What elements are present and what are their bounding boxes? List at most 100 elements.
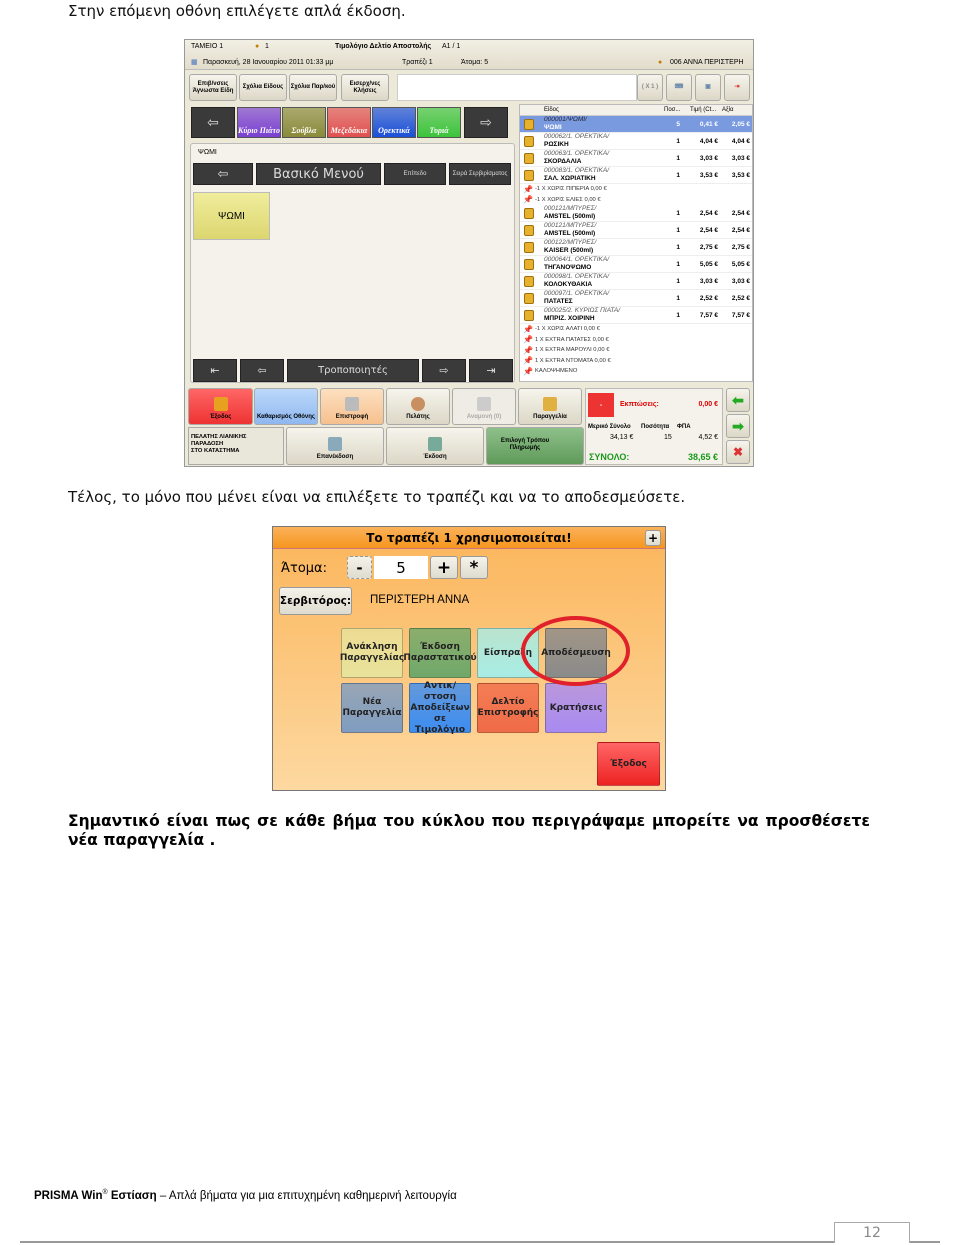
door-icon (213, 397, 228, 411)
payment-method-button[interactable]: Επιλογή Τρόπου Πληρωμής (486, 427, 584, 465)
return-button[interactable]: Επιστροφή (320, 388, 384, 425)
category-button[interactable]: Ορεκτικά (372, 107, 416, 138)
screen-icon[interactable]: ▣ (695, 74, 721, 101)
order-comments-button[interactable]: Σχόλια Παρ/κού (289, 74, 337, 101)
order-line[interactable]: 000122/ΜΠΥΡΕΣ/KAISER (500ml) 1 2,75 € 2,… (520, 239, 752, 256)
incoming-calls-button[interactable]: Εισερχ/νες Κλήσεις (341, 74, 389, 101)
unknown-items-button[interactable]: Επιβ/νσεις Άγνωστα Είδη (189, 74, 237, 101)
dialog-action-button[interactable]: Δελτίο Επιστροφής (477, 683, 539, 733)
item-name: ΣΚΟΡΔΑΛΙΑ (544, 158, 582, 165)
order-line[interactable]: 000098/1. ΟΡΕΚΤΙΚΑ/ΚΟΛΟΚΥΘΑΚΙΑ 1 3,03 € … (520, 273, 752, 290)
order-icon (543, 397, 557, 411)
category-next-button[interactable]: ⇨ (464, 107, 508, 138)
order-line[interactable]: 000001/ΨΩΜΙ/ΨΩΜΙ 5 0,41 € 2,05 € (520, 116, 752, 133)
persons-label: Άτομα: (281, 561, 328, 576)
arrow-right-icon[interactable]: ➡ (726, 414, 750, 438)
lock-icon (524, 207, 534, 219)
dialog-action-button[interactable]: Αντικ/στοση Αποδείξεων σε Τιμολόγιο (409, 681, 471, 735)
last-page-button[interactable]: ⇥ (469, 359, 513, 382)
next-page-button[interactable]: ⇨ (422, 359, 466, 382)
line-description: 000097/1. ΟΡΕΚΤΙΚΑ/ΠΑΤΑΤΕΣ (544, 290, 660, 306)
modifier-line[interactable]: 📌 ΚΑΛΟΨΗΜΕΝΟ (520, 366, 752, 377)
multiplier-button[interactable]: ( X 1 ) (637, 74, 663, 101)
document-title: Τιμολόγιο Δελτίο Αποστολής (335, 43, 432, 50)
menu-back-button[interactable]: ⇦ (193, 163, 253, 185)
expand-button[interactable]: + (645, 530, 661, 546)
pending-label: Αναμονή (0) (466, 414, 502, 420)
item-price: 2,54 € (699, 209, 718, 217)
discount-button[interactable]: - (588, 393, 614, 417)
cancel-box-icon[interactable]: ✖ (726, 440, 750, 464)
column-value[interactable]: Αξία (722, 107, 752, 113)
modifiers-button[interactable]: Τροποποιητές (287, 359, 419, 382)
order-line[interactable]: 000121/ΜΠΥΡΕΣ/AMSTEL (500ml) 1 2,54 € 2,… (520, 222, 752, 239)
dialog-action-button[interactable]: Ανάκληση Παραγγελίας (340, 628, 404, 678)
category-prev-button[interactable]: ⇦ (191, 107, 235, 138)
modifier-line[interactable]: 📌 -1 X ΧΩΡΙΣ ΑΛΑΤΙ 0,00 € (520, 324, 752, 335)
issue-button[interactable]: Έκδοση (386, 427, 484, 465)
menu-tab[interactable]: ΨΩΜΙ (198, 149, 217, 156)
search-input[interactable] (397, 74, 637, 101)
arrow-left-icon[interactable]: ⬅ (726, 388, 750, 412)
item-code: 000097/1. ΟΡΕΚΤΙΚΑ/ (544, 290, 610, 297)
category-button[interactable]: Κύριο Πιάτο (237, 107, 281, 138)
item-code: 000121/ΜΠΥΡΕΣ/ (544, 205, 597, 212)
item-value: 4,04 € (731, 137, 750, 145)
column-item[interactable]: Είδος (544, 107, 664, 113)
dialog-action-button[interactable]: Έκδοση Παραστατικού (403, 628, 477, 678)
modifier-line[interactable]: 📌 1 X EXTRA ΠΑΤΑΤΕΣ 0,00 € (520, 334, 752, 345)
increase-persons-button[interactable]: + (430, 556, 458, 579)
pin-icon: 📌 (523, 195, 533, 205)
keyboard-icon[interactable]: ⌨ (666, 74, 692, 101)
category-button[interactable]: Σούβλα (282, 107, 326, 138)
clear-screen-button[interactable]: Καθαρισμός Οθόνης (254, 388, 318, 425)
subtotal-label: Μερικό Σύνολο (588, 424, 631, 430)
lock-icon (524, 241, 534, 253)
order-line[interactable]: 000063/1. ΟΡΕΚΤΙΚΑ/ΣΚΟΡΔΑΛΙΑ 1 3,03 € 3,… (520, 150, 752, 167)
column-price[interactable]: Τιμή (Ct... (690, 107, 722, 113)
line-description: 000063/1. ΟΡΕΚΤΙΚΑ/ΣΚΟΡΔΑΛΙΑ (544, 150, 660, 166)
exit-label: Έξοδος (209, 414, 232, 420)
discount-value: 0,00 € (698, 401, 718, 408)
modifier-line[interactable]: 📌 1 X EXTRA ΜΑΡΟΥΛΙ 0,00 € (520, 345, 752, 356)
item-tile-bread[interactable]: ΨΩΜΙ (193, 192, 270, 240)
modifier-text: 1 X EXTRA ΝΤΟΜΑΤΑ 0,00 € (534, 357, 611, 364)
order-line[interactable]: 000083/1. ΟΡΕΚΤΙΚΑ/ΣΑΛ. ΧΩΡΙΑΤΙΚΗ 1 3,53… (520, 167, 752, 184)
dialog-action-button[interactable]: Κρατήσεις (545, 683, 607, 733)
footer-brand: PRISMA Win (34, 1189, 103, 1202)
exit-table-icon[interactable]: ⇥ (724, 74, 750, 101)
order-line[interactable]: 000025/2. ΚΥΡΙΩΣ ΠΙΑΤΑ/ΜΠΡΙΖ. ΧΟΙΡΙΝΗ 1 … (520, 307, 752, 324)
first-page-button[interactable]: ⇤ (193, 359, 237, 382)
category-button[interactable]: Μεζεδάκια (327, 107, 371, 138)
customer-button[interactable]: Πελάτης (386, 388, 450, 425)
customer-label: Πελάτης (406, 414, 430, 420)
persons-input[interactable]: 5 (374, 556, 428, 579)
modifier-line[interactable]: 📌 -1 X ΧΩΡΙΣ ΕΛΙΕΣ 0,00 € (520, 194, 752, 205)
order-line[interactable]: 000097/1. ΟΡΕΚΤΙΚΑ/ΠΑΤΑΤΕΣ 1 2,52 € 2,52… (520, 290, 752, 307)
order-line[interactable]: 000121/ΜΠΥΡΕΣ/AMSTEL (500ml) 1 2,54 € 2,… (520, 205, 752, 222)
dialog-action-button[interactable]: Νέα Παραγγελία (341, 683, 403, 733)
footer-tagline: – Απλά βήματα για μια επιτυχημένη καθημε… (159, 1189, 457, 1202)
column-qty[interactable]: Ποσ... (664, 107, 690, 113)
decrease-persons-button[interactable]: - (347, 556, 372, 579)
waiter-button[interactable]: Σερβιτόρος: (279, 587, 352, 615)
level-button[interactable]: Επίπεδο (384, 163, 446, 185)
pending-button[interactable]: Αναμονή (0) (452, 388, 516, 425)
modifier-line[interactable]: 📌 -1 X ΧΩΡΙΣ ΠΙΠΕΡΙΑ 0,00 € (520, 184, 752, 195)
order-line[interactable]: 000064/1. ΟΡΕΚΤΙΚΑ/ΤΗΓΑΝΟΨΩΜΟ 1 5,05 € 5… (520, 256, 752, 273)
order-line[interactable]: 000062/1. ΟΡΕΚΤΙΚΑ/ΡΩΣΙΚΗ 1 4,04 € 4,04 … (520, 133, 752, 150)
item-comments-button[interactable]: Σχόλια Είδους (239, 74, 287, 101)
exit-button[interactable]: Έξοδος (188, 388, 253, 425)
modifier-line[interactable]: 📌 1 X EXTRA ΝΤΟΜΑΤΑ 0,00 € (520, 355, 752, 366)
dialog-exit-button[interactable]: Έξοδος (597, 742, 660, 786)
star-button[interactable]: * (460, 556, 488, 579)
category-button[interactable]: Τυριά (417, 107, 461, 138)
calendar-icon: ▦ (191, 59, 198, 66)
item-name: AMSTEL (500ml) (544, 230, 596, 237)
reissue-button[interactable]: Επανέκδοση (286, 427, 384, 465)
serving-order-button[interactable]: Σειρά Σερβιρίσματος (449, 163, 511, 185)
prev-page-button[interactable]: ⇦ (240, 359, 284, 382)
footer-text: PRISMA Win® Εστίαση – Απλά βήματα για μι… (34, 1189, 457, 1202)
order-button[interactable]: Παραγγελία (518, 388, 582, 425)
pin-icon: 📌 (523, 356, 533, 366)
